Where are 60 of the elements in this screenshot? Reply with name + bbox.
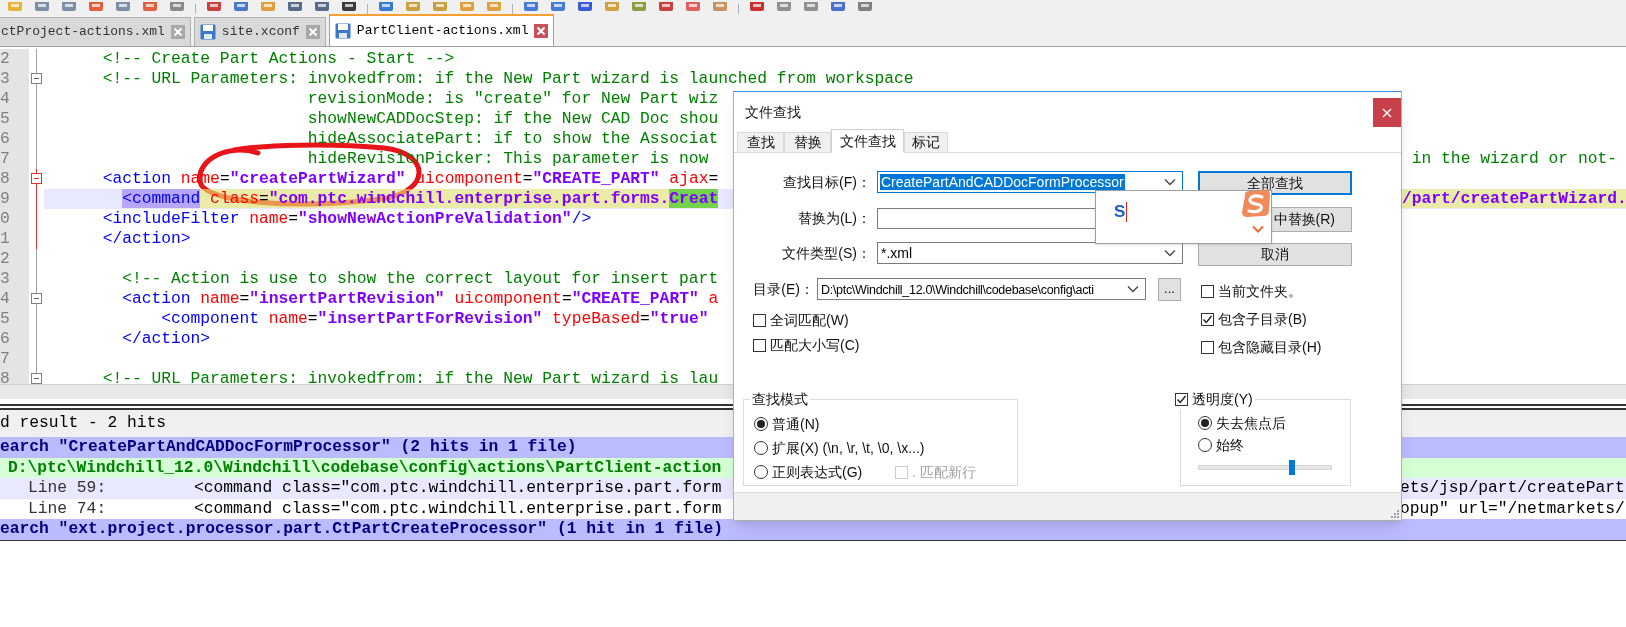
line-number: 6 [0,129,29,149]
code-line: revisionMode: is "create" for New Part wiz [307,89,719,109]
line-number: 5 [0,109,29,129]
field-label: 文件类型(S)： [782,243,871,263]
field-label: 替换为(L)： [797,208,871,228]
result-text: earch "ext.project.processor.part.CtPartCreateProcessor" (1 hit in 1 file) [0,518,723,541]
field-label: 目录(E)： [753,279,814,299]
code-line: <command class="com.ptc.windchill.enterprise.part.forms.Creat [122,189,719,209]
code-line: <action name="insertPartRevision" uicomponent="CREATE_PART" a [122,289,719,309]
ime-input-text: S [1114,202,1126,222]
group-title: 查找模式 [752,390,808,409]
checkbox-label: 匹配大小写(C) [770,335,860,355]
code-line: <!-- URL Parameters: invokedfrom: if the New Part wizard is lau [102,369,719,384]
code-line: </action> [102,229,191,249]
line-number: 9 [0,189,29,209]
result-text: <command class="com.ptc.windchill.enterprise.part.form [194,477,722,500]
line-number: 6 [0,329,29,349]
line-label: Line 59: [28,477,107,500]
line-number: 8 [0,369,29,384]
code-line: showNewCADDocStep: if the New CAD Doc shou [307,109,719,129]
line-label: Line 74: [28,497,107,520]
radio-label: 正则表达式(G) [772,462,863,482]
code-line: hideAssociatePart: if to show the Associat [307,129,719,149]
line-number: 4 [0,89,29,109]
checkbox-label: 全词匹配(W) [770,310,849,330]
code-line: <includeFilter name="showNewActionPreValidation"/> [102,209,592,229]
line-number: 5 [0,309,29,329]
result-text: <command class="com.ptc.windchill.enterprise.part.form [194,497,722,520]
checkbox-label: 包含子目录(B) [1218,309,1307,329]
window-title: 文件查找 [745,103,801,122]
checkbox-label: 包含隐藏目录(H) [1218,337,1322,357]
line-number: 2 [0,249,29,269]
panel-title: d result - 2 hits [0,412,167,435]
code-line: <!-- Action is use to show the correct layout for insert part [122,269,719,289]
line-number: 2 [0,49,29,69]
radio-label: 扩展(X) (\n, \r, \t, \0, \x...) [772,438,925,458]
checkbox-label: . 匹配新行 [912,462,976,482]
code-line: <!-- Create Part Actions - Start --> [102,49,455,69]
code-line: <!-- URL Parameters: invokedfrom: if the New Part wizard is launched from workspace [102,69,914,89]
radio-label: 始终 [1216,435,1244,455]
line-number: 8 [0,169,29,189]
code-line: in the wizard or not- [1411,149,1617,169]
line-number: 4 [0,289,29,309]
line-number: 7 [0,149,29,169]
code-line: <component name="insertPartForRevision" typeBased="true" [161,309,709,329]
field-label: 查找目标(F)： [783,172,871,192]
radio-label: 失去焦点后 [1216,413,1286,433]
radio-label: 普通(N) [772,414,820,434]
line-number: 1 [0,229,29,249]
code-line: </action> [122,329,211,349]
line-number: 3 [0,269,29,289]
result-text: earch "CreatePartAndCADDocFormProcessor" (2 hits in 1 file) [0,436,577,459]
result-text: opup" url="/netmarkets/ [1400,497,1625,520]
line-number: 3 [0,69,29,89]
line-number: 7 [0,349,29,369]
result-text: D:\ptc\Windchill_12.0\Windchill\codebase\config\actions\PartClient-action [8,456,722,479]
checkbox-label: 透明度(Y) [1192,390,1253,409]
checkbox-label: 当前文件夹。 [1218,281,1302,301]
line-number: 0 [0,209,29,229]
result-text: ets/jsp/part/createPart [1400,477,1625,500]
